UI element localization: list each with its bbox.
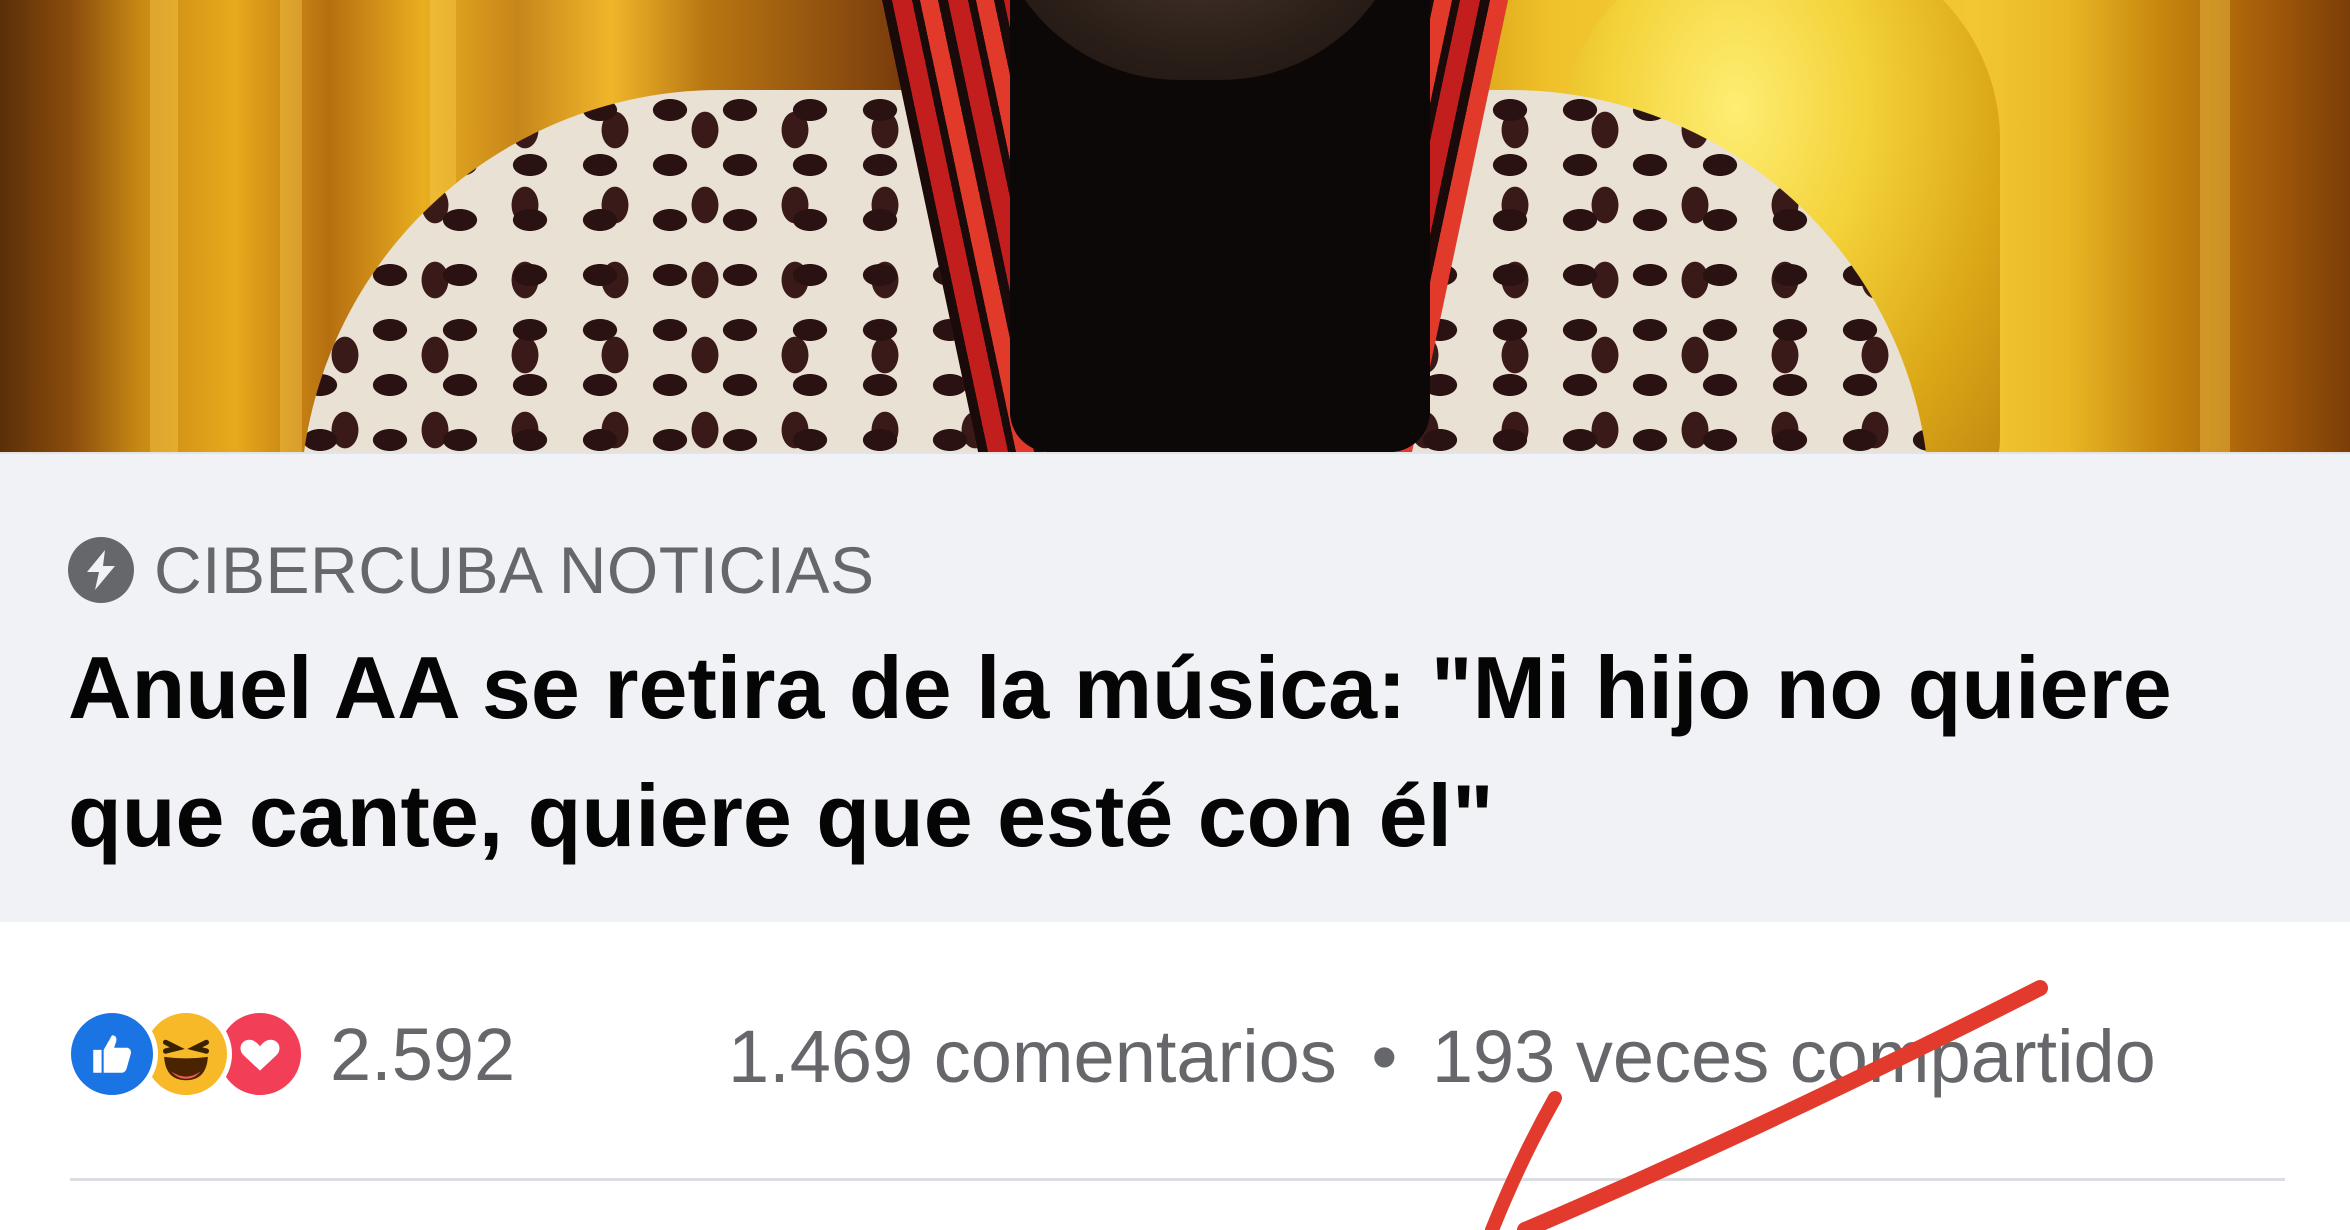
engagement-summary: 1.469 comentarios • 193 veces compartido — [728, 1014, 2156, 1099]
post-stats: 2.592 1.469 comentarios • 193 veces comp… — [0, 922, 2350, 1182]
comments-count-link[interactable]: 1.469 comentarios — [728, 1015, 1337, 1098]
reaction-count: 2.592 — [330, 1012, 516, 1096]
separator-dot: • — [1371, 1015, 1398, 1098]
curtain-fold — [2200, 0, 2230, 452]
lightning-bolt-icon — [68, 537, 134, 603]
source-name: CIBERCUBA NOTICIAS — [154, 533, 875, 607]
link-preview[interactable]: CIBERCUBA NOTICIAS Anuel AA se retira de… — [0, 452, 2350, 924]
like-icon — [66, 1008, 158, 1100]
source-line: CIBERCUBA NOTICIAS — [68, 532, 874, 608]
curtain-fold — [280, 0, 302, 452]
shares-count-link[interactable]: 193 veces compartido — [1432, 1015, 2156, 1098]
divider — [70, 1178, 2285, 1181]
article-photo[interactable] — [0, 0, 2350, 452]
curtain-fold — [150, 0, 178, 452]
article-headline[interactable]: Anuel AA se retira de la música: "Mi hij… — [68, 624, 2268, 880]
reactions-summary[interactable]: 2.592 — [66, 1008, 515, 1100]
